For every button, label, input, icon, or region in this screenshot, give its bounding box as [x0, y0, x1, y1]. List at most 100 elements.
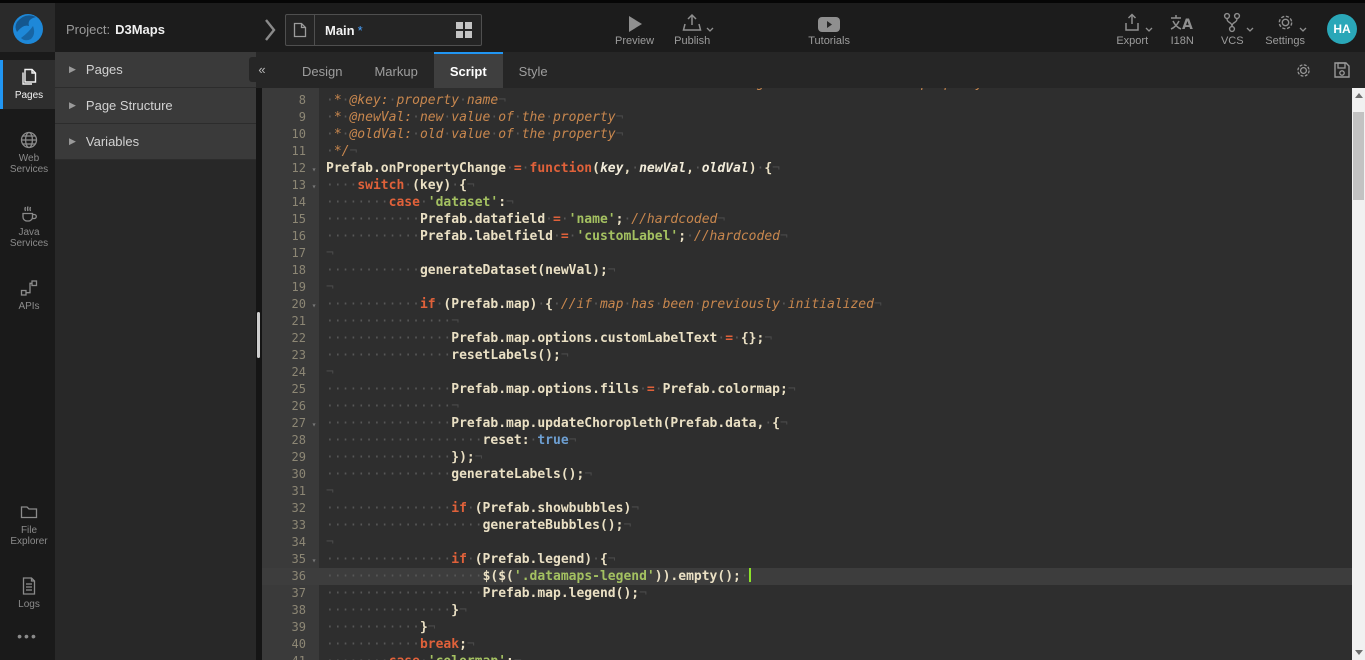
page-file-icon: [286, 15, 315, 45]
line-number: 37: [262, 585, 306, 602]
publish-button[interactable]: Publish: [674, 11, 710, 47]
code-line-16[interactable]: 16············Prefab.labelfield·=·'custo…: [262, 228, 1352, 245]
code-line-31[interactable]: 31¬: [262, 483, 1352, 500]
rail-item-apis[interactable]: APIs: [0, 271, 55, 320]
code-line-37[interactable]: 37····················Prefab.map.legend(…: [262, 585, 1352, 602]
rail-item-java-services[interactable]: Java Services: [0, 197, 55, 257]
code-line-33[interactable]: 33····················generateBubbles();…: [262, 517, 1352, 534]
code-line-32[interactable]: 32················if·(Prefab.showbubbles…: [262, 500, 1352, 517]
code-line-19[interactable]: 19¬: [262, 279, 1352, 296]
line-number: 38: [262, 602, 306, 619]
code-line-21[interactable]: 21················¬: [262, 313, 1352, 330]
rail-more-button[interactable]: •••: [0, 618, 55, 654]
rail-label: Logs: [4, 599, 54, 610]
script-editor[interactable]: 7·*·This·method·will·be·invoked·whenever…: [262, 88, 1365, 660]
code-line-18[interactable]: 18············generateDataset(newVal);¬: [262, 262, 1352, 279]
scroll-down-button[interactable]: [1352, 645, 1365, 660]
code-line-11[interactable]: 11·*/¬: [262, 143, 1352, 160]
editor-mode-tabbar: Design Markup Script Style: [256, 52, 1365, 88]
fold-toggle-icon[interactable]: ▾: [307, 161, 321, 178]
code-line-12[interactable]: 12▾Prefab.onPropertyChange·=·function(ke…: [262, 160, 1352, 177]
publish-label: Publish: [674, 35, 710, 47]
rail-item-logs[interactable]: Logs: [0, 569, 55, 618]
code-line-39[interactable]: 39············}¬: [262, 619, 1352, 636]
scrollbar-thumb[interactable]: [1353, 112, 1364, 200]
code-line-13[interactable]: 13▾····switch·(key)·{¬: [262, 177, 1352, 194]
code-text: ················¬: [326, 314, 459, 329]
pages-panel: ▶ Pages ▶ Page Structure ▶ Variables: [55, 52, 256, 660]
script-settings-gear-icon[interactable]: [1294, 61, 1313, 80]
tab-script[interactable]: Script: [434, 52, 503, 88]
chevron-down-icon: [706, 27, 714, 32]
code-line-24[interactable]: 24¬: [262, 364, 1352, 381]
code-line-8[interactable]: 8·*·@key:·property·name¬: [262, 92, 1352, 109]
code-text: ················¬: [326, 399, 459, 414]
page-tab-main[interactable]: Main *: [285, 14, 482, 46]
code-line-35[interactable]: 35▾················if·(Prefab.legend)·{¬: [262, 551, 1352, 568]
wavemaker-logo-icon: [11, 12, 45, 46]
fold-toggle-icon[interactable]: ▾: [307, 297, 321, 314]
line-number: 22: [262, 330, 306, 347]
vcs-button[interactable]: VCS: [1215, 11, 1249, 47]
code-lines: 7·*·This·method·will·be·invoked·whenever…: [262, 88, 1352, 660]
tab-design[interactable]: Design: [286, 52, 358, 88]
rail-label: Pages: [4, 90, 54, 101]
rail-item-file-explorer[interactable]: File Explorer: [0, 495, 55, 555]
code-line-15[interactable]: 15············Prefab.datafield·=·'name';…: [262, 211, 1352, 228]
rail-item-pages[interactable]: Pages: [0, 60, 55, 109]
tab-markup[interactable]: Markup: [358, 52, 433, 88]
accordion-variables[interactable]: ▶ Variables: [55, 124, 256, 160]
page-layout-grid-icon[interactable]: [456, 22, 472, 38]
export-button[interactable]: Export: [1115, 11, 1149, 47]
line-number: 24: [262, 364, 306, 381]
scroll-up-button[interactable]: [1352, 88, 1365, 103]
code-line-14[interactable]: 14········case·'dataset':¬: [262, 194, 1352, 211]
code-line-38[interactable]: 38················}¬: [262, 602, 1352, 619]
code-line-10[interactable]: 10·*·@oldVal:·old·value·of·the·property¬: [262, 126, 1352, 143]
tab-style[interactable]: Style: [503, 52, 564, 88]
line-number: 15: [262, 211, 306, 228]
code-line-23[interactable]: 23················resetLabels();¬: [262, 347, 1352, 364]
app-logo[interactable]: [0, 3, 55, 55]
code-text: ················if·(Prefab.legend)·{¬: [326, 552, 616, 567]
code-line-25[interactable]: 25················Prefab.map.options.fil…: [262, 381, 1352, 398]
code-line-28[interactable]: 28····················reset:·true¬: [262, 432, 1352, 449]
code-line-34[interactable]: 34¬: [262, 534, 1352, 551]
line-number: 27: [262, 415, 306, 432]
code-line-36[interactable]: 36····················$($('.datamaps-leg…: [262, 568, 1352, 585]
line-number: 18: [262, 262, 306, 279]
code-line-30[interactable]: 30················generateLabels();¬: [262, 466, 1352, 483]
tutorials-button[interactable]: Tutorials: [808, 11, 850, 47]
accordion-page-structure[interactable]: ▶ Page Structure: [55, 88, 256, 124]
code-text: ·*·This·method·will·be·invoked·whenever·…: [326, 88, 991, 91]
code-line-26[interactable]: 26················¬: [262, 398, 1352, 415]
fold-toggle-icon[interactable]: ▾: [307, 552, 321, 569]
i18n-button[interactable]: A I18N: [1165, 11, 1199, 47]
line-number: 41: [262, 653, 306, 660]
editor-vertical-scrollbar[interactable]: [1352, 88, 1365, 660]
rail-item-web-services[interactable]: Web Services: [0, 123, 55, 183]
code-line-40[interactable]: 40············break;¬: [262, 636, 1352, 653]
code-line-41[interactable]: 41········case·'colormap':¬: [262, 653, 1352, 660]
preview-button[interactable]: Preview: [615, 11, 654, 47]
code-line-27[interactable]: 27▾················Prefab.map.updateChor…: [262, 415, 1352, 432]
code-line-20[interactable]: 20▾············if·(Prefab.map)·{·//if·ma…: [262, 296, 1352, 313]
user-avatar[interactable]: HA: [1327, 14, 1357, 44]
code-text: ················resetLabels();¬: [326, 348, 569, 363]
code-line-22[interactable]: 22················Prefab.map.options.cus…: [262, 330, 1352, 347]
fold-toggle-icon[interactable]: ▾: [307, 416, 321, 433]
code-line-17[interactable]: 17¬: [262, 245, 1352, 262]
code-line-29[interactable]: 29················});¬: [262, 449, 1352, 466]
accordion-pages[interactable]: ▶ Pages: [55, 52, 256, 88]
line-number: 36: [262, 568, 306, 585]
panel-collapse-button[interactable]: «: [249, 57, 275, 82]
rail-label: Java Services: [4, 227, 54, 249]
panel-scrollbar-thumb[interactable]: [257, 312, 260, 358]
code-line-9[interactable]: 9·*·@newVal:·new·value·of·the·property¬: [262, 109, 1352, 126]
code-text: ·*/¬: [326, 144, 357, 159]
save-icon[interactable]: [1333, 61, 1351, 79]
chevron-down-icon: [1246, 27, 1254, 32]
settings-button[interactable]: Settings: [1265, 11, 1305, 47]
triangle-right-icon: ▶: [69, 136, 76, 147]
fold-toggle-icon[interactable]: ▾: [307, 178, 321, 195]
